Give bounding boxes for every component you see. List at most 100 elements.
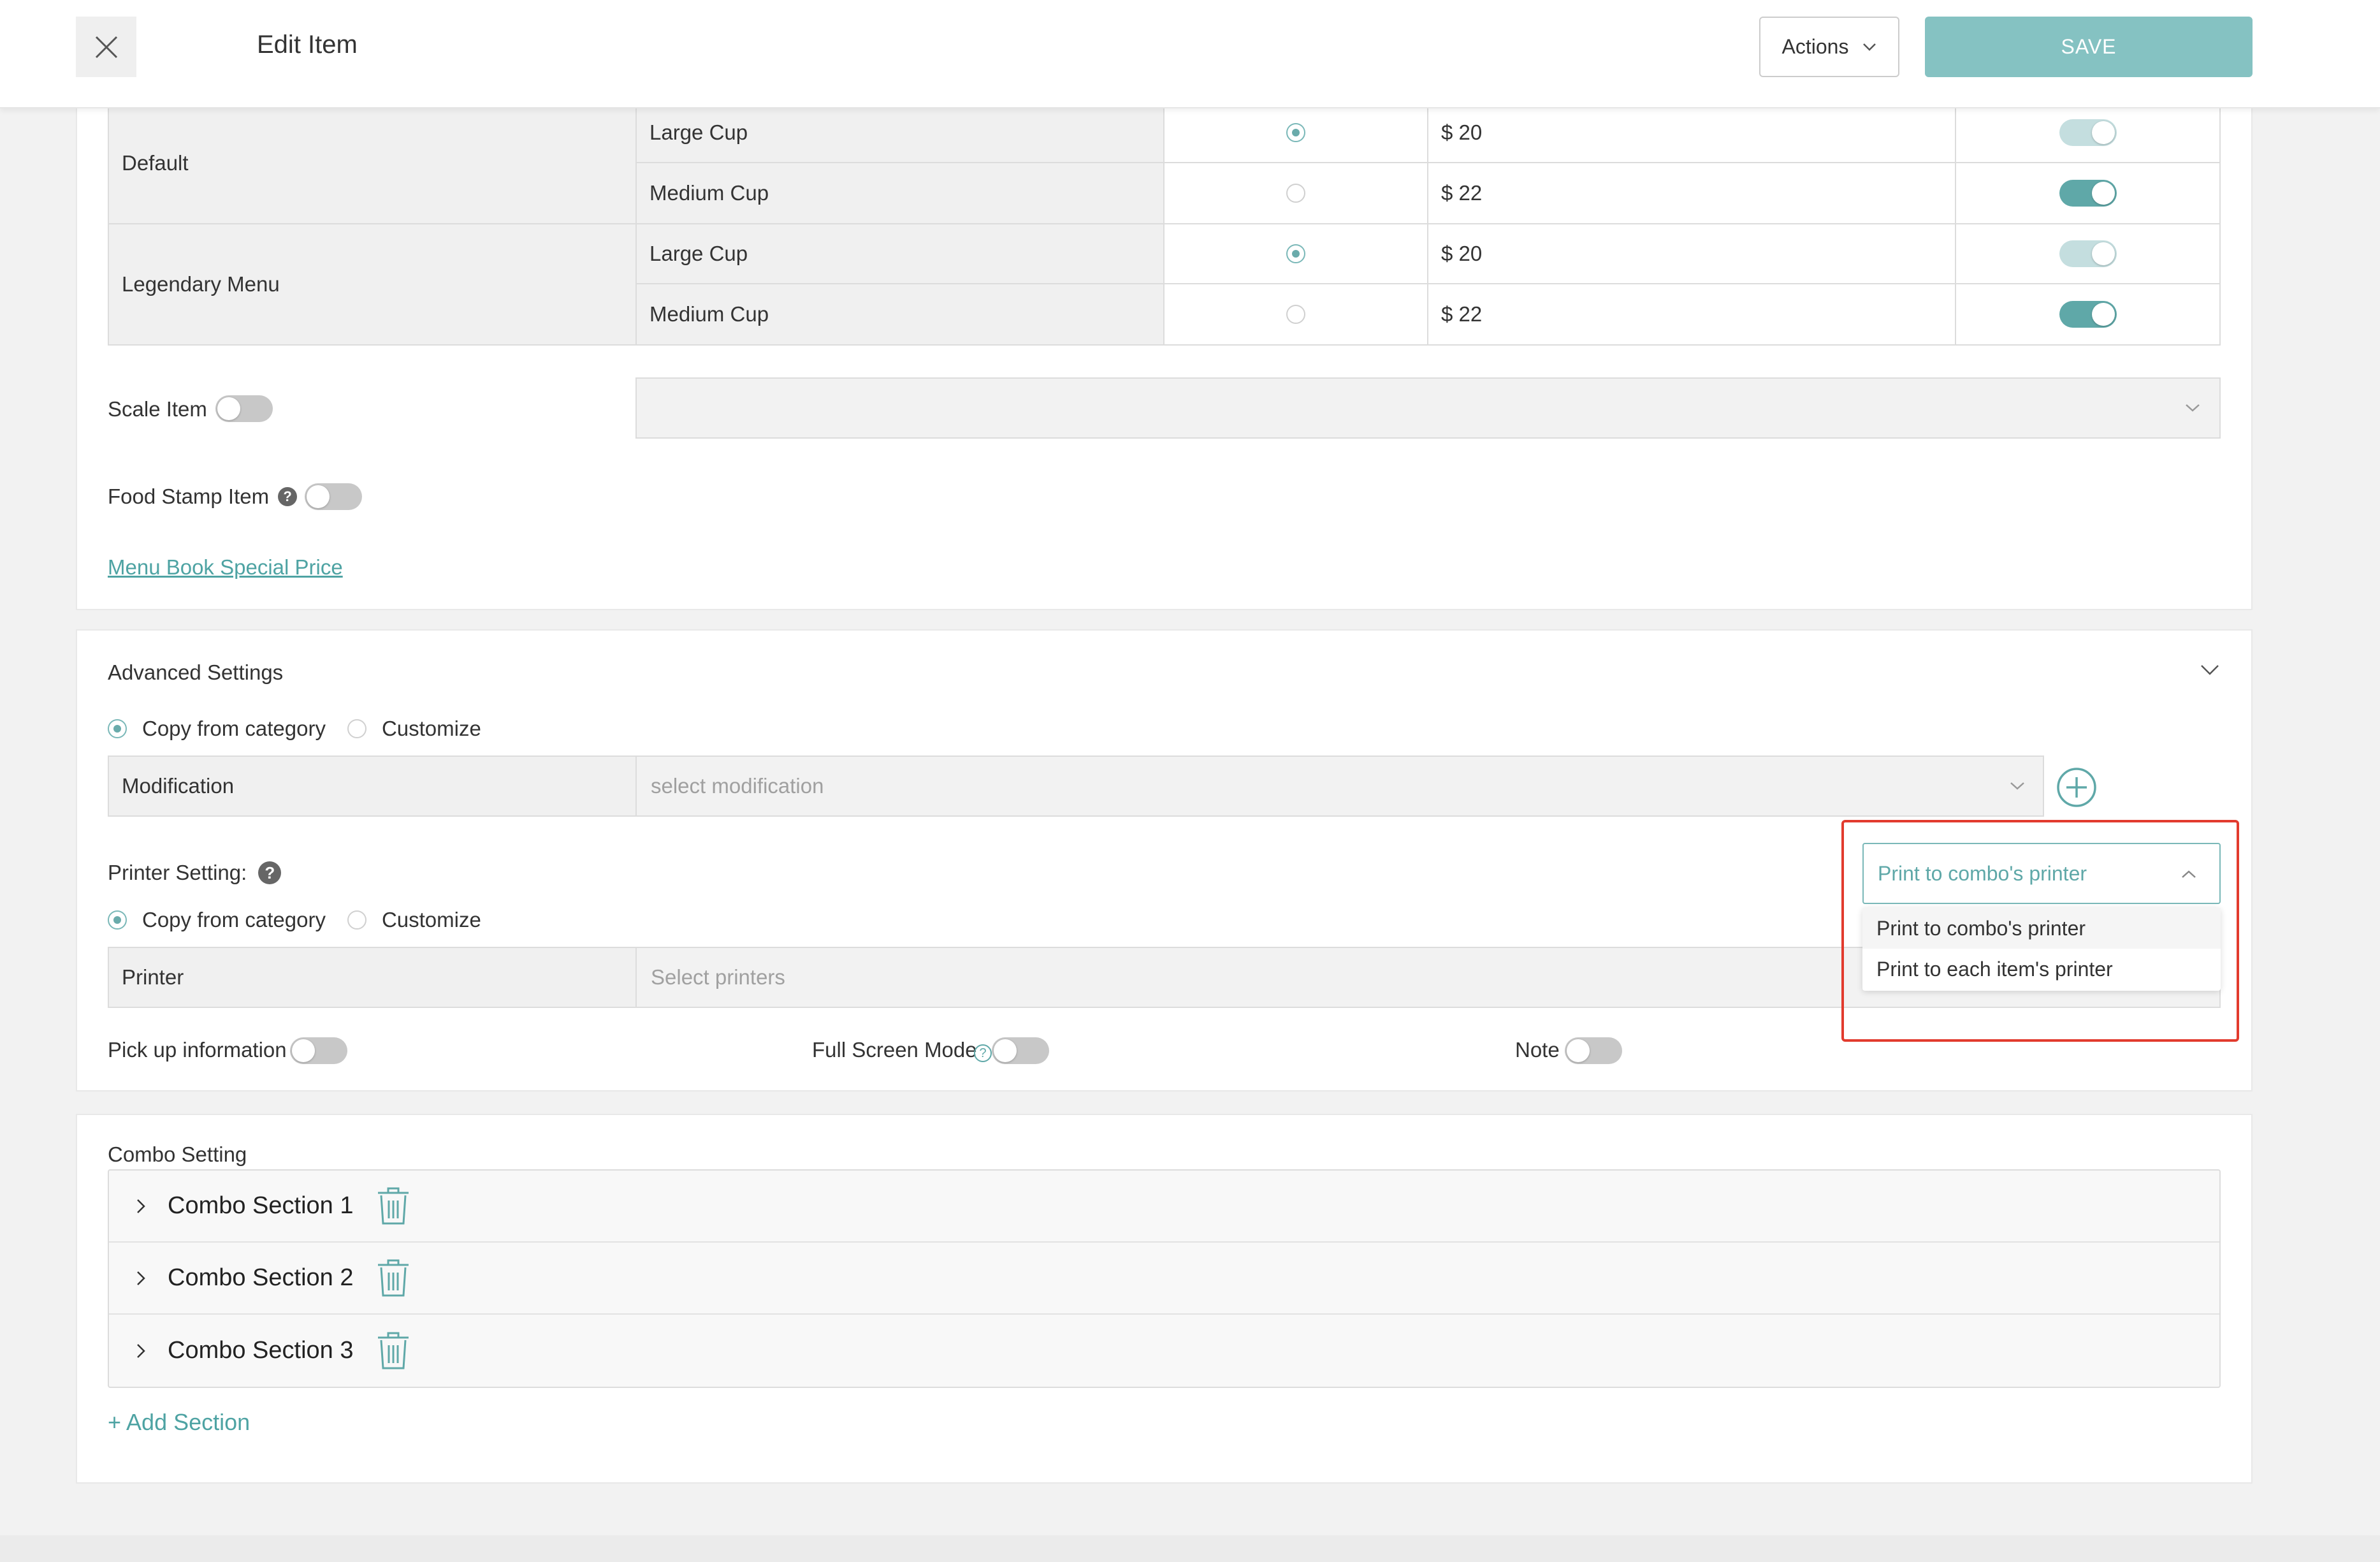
price-value: $ 22 bbox=[1441, 302, 1483, 326]
pickup-information-label: Pick up information bbox=[108, 1038, 287, 1062]
copy-from-category-label: Copy from category bbox=[142, 908, 326, 931]
combo-section-name: Combo Section 1 bbox=[168, 1192, 354, 1219]
chevron-down-icon bbox=[2186, 404, 2200, 412]
add-section-link[interactable]: + Add Section bbox=[108, 1409, 250, 1436]
price-value: $ 20 bbox=[1441, 120, 1483, 144]
combo-section-row[interactable]: Combo Section 3 bbox=[109, 1315, 2219, 1387]
printer-mode-radios: Copy from category Customize bbox=[108, 908, 481, 932]
enable-cell bbox=[1955, 283, 2221, 346]
default-radio[interactable] bbox=[1286, 184, 1305, 203]
default-radio[interactable] bbox=[1286, 244, 1305, 263]
printer-setting-row: Printer Setting: ? bbox=[108, 861, 282, 885]
full-screen-mode-toggle[interactable] bbox=[992, 1037, 1049, 1064]
group-name: Legendary Menu bbox=[122, 272, 280, 296]
trash-icon[interactable] bbox=[375, 1259, 411, 1298]
print-mode-select[interactable]: Print to combo's printer bbox=[1862, 843, 2221, 904]
enable-toggle[interactable] bbox=[2059, 301, 2117, 328]
full-screen-mode-label: Full Screen Mode bbox=[812, 1038, 977, 1062]
printer-setting-title: Printer Setting: bbox=[108, 861, 247, 884]
advanced-settings-title: Advanced Settings bbox=[108, 661, 284, 684]
chevron-down-icon bbox=[1863, 43, 1876, 51]
enable-toggle[interactable] bbox=[2059, 240, 2117, 267]
price-cell[interactable]: $ 20 bbox=[1427, 102, 1956, 163]
food-stamp-label: Food Stamp Item bbox=[108, 485, 270, 508]
bottom-strip bbox=[0, 1535, 2380, 1562]
actions-dropdown-button[interactable]: Actions bbox=[1759, 17, 1899, 77]
size-cell: Large Cup bbox=[635, 223, 1165, 284]
chevron-down-icon bbox=[2010, 782, 2024, 790]
customize-label: Customize bbox=[381, 908, 481, 931]
price-value: $ 22 bbox=[1441, 181, 1483, 205]
page-title: Edit Item bbox=[257, 31, 358, 59]
save-button[interactable]: SAVE bbox=[1925, 17, 2253, 77]
chevron-right-icon[interactable] bbox=[136, 1343, 146, 1359]
size-label: Large Cup bbox=[649, 242, 748, 265]
modification-label-cell: Modification bbox=[108, 755, 637, 817]
combo-sections-list: Combo Section 1 Combo Section 2 Combo Se… bbox=[108, 1169, 2221, 1388]
scale-item-select[interactable] bbox=[635, 377, 2221, 439]
size-cell: Large Cup bbox=[635, 102, 1165, 163]
copy-from-category-label: Copy from category bbox=[142, 717, 326, 740]
food-stamp-row: Food Stamp Item ? bbox=[108, 485, 298, 509]
default-radio[interactable] bbox=[1286, 305, 1305, 324]
chevron-right-icon[interactable] bbox=[136, 1198, 146, 1215]
customize-radio[interactable] bbox=[347, 910, 366, 930]
customize-radio[interactable] bbox=[347, 719, 366, 738]
print-mode-options: Print to combo's printer Print to each i… bbox=[1862, 908, 2221, 991]
default-cell bbox=[1163, 223, 1428, 284]
combo-setting-title: Combo Setting bbox=[108, 1142, 247, 1166]
help-icon[interactable]: ? bbox=[974, 1044, 992, 1062]
modification-select[interactable]: select modification bbox=[635, 755, 2044, 817]
print-mode-option[interactable]: Print to combo's printer bbox=[1862, 908, 2221, 949]
size-label: Medium Cup bbox=[649, 302, 769, 326]
actions-label: Actions bbox=[1781, 35, 1849, 58]
chevron-down-icon[interactable] bbox=[2200, 664, 2219, 676]
size-label: Large Cup bbox=[649, 120, 748, 144]
customize-label: Customize bbox=[381, 717, 481, 740]
enable-cell bbox=[1955, 102, 2221, 163]
pickup-information-toggle[interactable] bbox=[290, 1037, 347, 1064]
close-icon bbox=[95, 36, 117, 58]
copy-from-category-radio[interactable] bbox=[108, 719, 127, 738]
combo-section-name: Combo Section 3 bbox=[168, 1337, 354, 1364]
scale-item-toggle[interactable] bbox=[215, 395, 273, 422]
enable-toggle[interactable] bbox=[2059, 119, 2117, 146]
scale-item-label: Scale Item bbox=[108, 397, 207, 421]
default-cell bbox=[1163, 283, 1428, 346]
copy-from-category-radio[interactable] bbox=[108, 910, 127, 930]
trash-icon[interactable] bbox=[375, 1186, 411, 1226]
note-label: Note bbox=[1515, 1038, 1560, 1062]
chevron-right-icon[interactable] bbox=[136, 1270, 146, 1287]
help-icon[interactable]: ? bbox=[278, 487, 298, 506]
enable-toggle[interactable] bbox=[2059, 180, 2117, 207]
default-radio[interactable] bbox=[1286, 123, 1305, 142]
price-cell[interactable]: $ 20 bbox=[1427, 223, 1956, 284]
combo-section-row[interactable]: Combo Section 1 bbox=[109, 1171, 2219, 1243]
chevron-up-icon bbox=[2182, 870, 2196, 878]
close-button[interactable] bbox=[76, 17, 136, 77]
add-circle-icon[interactable] bbox=[2056, 767, 2097, 808]
help-icon[interactable]: ? bbox=[258, 861, 282, 884]
price-cell[interactable]: $ 22 bbox=[1427, 162, 1956, 224]
price-value: $ 20 bbox=[1441, 242, 1483, 265]
print-mode-option[interactable]: Print to each item's printer bbox=[1862, 949, 2221, 989]
price-cell[interactable]: $ 22 bbox=[1427, 283, 1956, 346]
size-label: Medium Cup bbox=[649, 181, 769, 205]
print-mode-selected: Print to combo's printer bbox=[1878, 861, 2087, 885]
note-toggle[interactable] bbox=[1565, 1037, 1622, 1064]
enable-cell bbox=[1955, 223, 2221, 284]
enable-cell bbox=[1955, 162, 2221, 224]
size-cell: Medium Cup bbox=[635, 283, 1165, 346]
default-cell bbox=[1163, 162, 1428, 224]
size-cell: Medium Cup bbox=[635, 162, 1165, 224]
combo-section-name: Combo Section 2 bbox=[168, 1264, 354, 1291]
modification-placeholder: select modification bbox=[651, 774, 824, 798]
combo-section-row[interactable]: Combo Section 2 bbox=[109, 1243, 2219, 1315]
printer-label-cell: Printer bbox=[108, 947, 637, 1008]
header-bar: Edit Item Actions SAVE bbox=[0, 0, 2380, 108]
group-cell-legendary: Legendary Menu bbox=[108, 223, 637, 346]
printer-placeholder: Select printers bbox=[651, 965, 785, 989]
menu-book-special-price-link[interactable]: Menu Book Special Price bbox=[108, 555, 343, 580]
trash-icon[interactable] bbox=[375, 1331, 411, 1371]
food-stamp-toggle[interactable] bbox=[305, 483, 362, 510]
